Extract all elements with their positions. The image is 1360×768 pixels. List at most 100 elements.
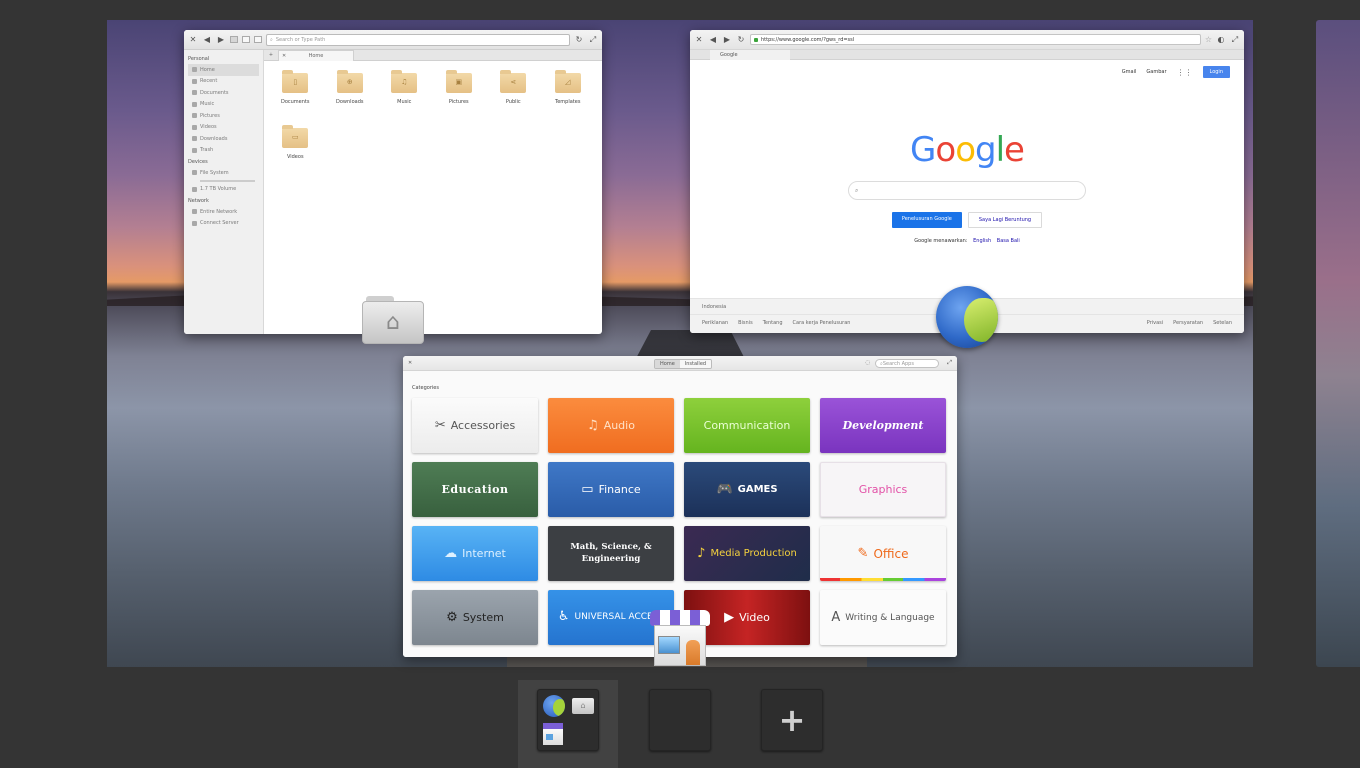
forward-icon[interactable]: ▶: [216, 35, 226, 44]
sidebar-item-home[interactable]: Home: [188, 64, 259, 76]
category-finance[interactable]: ▭ Finance: [548, 462, 674, 517]
tab-home[interactable]: ✕ Home: [278, 49, 354, 61]
file-manager-app-icon[interactable]: ⌂: [362, 296, 424, 344]
sidebar-item-documents[interactable]: Documents: [188, 87, 259, 99]
url-text: https://www.google.com/?gws_rd=ssl: [761, 36, 855, 43]
reload-icon[interactable]: ↻: [574, 35, 584, 44]
web-browser-app-icon[interactable]: [936, 286, 998, 348]
icon-view-icon[interactable]: [230, 36, 238, 43]
sidebar-header-network: Network: [188, 198, 209, 204]
sidebar-item-trash[interactable]: Trash: [188, 145, 259, 157]
video-icon: ▭: [291, 133, 299, 141]
accessibility-icon: ♿: [557, 609, 570, 625]
address-bar[interactable]: https://www.google.com/?gws_rd=ssl: [750, 34, 1201, 45]
tab-google[interactable]: Google: [710, 49, 790, 60]
maximize-icon[interactable]: ⤢: [588, 35, 598, 45]
path-bar[interactable]: ⌕ Search or Type Path: [266, 33, 570, 46]
category-accessories[interactable]: ✂ Accessories: [412, 398, 538, 453]
writing-icon: A: [831, 610, 841, 625]
workspace-thumbnail-1[interactable]: ⌂: [537, 689, 599, 751]
close-tab-icon[interactable]: ✕: [282, 53, 286, 59]
folder-icon: ▣: [445, 70, 472, 93]
category-audio[interactable]: ♫ Audio: [548, 398, 674, 453]
sidebar-item-music[interactable]: Music: [188, 99, 259, 111]
category-communication[interactable]: Communication: [684, 398, 810, 453]
maximize-icon[interactable]: ⤢: [947, 359, 952, 367]
workspace-thumbnail-2[interactable]: [649, 689, 711, 751]
folder-item[interactable]: ▭ Videos: [268, 124, 323, 179]
sidebar-item-videos[interactable]: Videos: [188, 122, 259, 134]
category-games[interactable]: 🎮 GAMES: [684, 462, 810, 517]
images-link[interactable]: Gambar: [1146, 69, 1166, 75]
search-apps-input[interactable]: ⌕ Search Apps: [875, 359, 939, 368]
appcenter-app-icon[interactable]: [650, 610, 710, 668]
close-icon[interactable]: ✕: [408, 360, 412, 366]
back-icon[interactable]: ◀: [202, 35, 212, 44]
category-media-production[interactable]: ♪ Media Production: [684, 526, 810, 581]
folder-item[interactable]: ⊕ Downloads: [323, 69, 378, 124]
video-icon: [192, 124, 197, 130]
category-system[interactable]: ⚙ System: [412, 590, 538, 645]
category-writing-language[interactable]: A Writing & Language: [820, 590, 946, 645]
category-development[interactable]: Development: [820, 398, 946, 453]
document-icon: ▯: [293, 78, 298, 86]
category-graphics[interactable]: Graphics: [820, 462, 946, 517]
close-icon[interactable]: ✕: [188, 35, 198, 44]
sidebar-item-volume[interactable]: 1.7 TB Volume: [188, 184, 259, 196]
language-link-english[interactable]: English: [973, 238, 991, 244]
tab-installed[interactable]: Installed: [679, 360, 712, 368]
reload-icon[interactable]: ↻: [736, 35, 746, 44]
column-view-icon[interactable]: [254, 36, 262, 43]
maximize-icon[interactable]: ⤢: [1230, 35, 1240, 45]
category-education[interactable]: Education: [412, 462, 538, 517]
folder-item[interactable]: ⋖ Public: [486, 69, 541, 124]
new-tab-icon[interactable]: +: [264, 52, 278, 58]
footer-link[interactable]: Setelan: [1213, 320, 1232, 326]
footer-link[interactable]: Tentang: [763, 320, 783, 326]
tab-home[interactable]: Home: [655, 360, 680, 368]
bookmark-star-icon[interactable]: ☆: [1205, 35, 1212, 44]
forward-icon[interactable]: ▶: [722, 35, 732, 44]
folder-item[interactable]: ▯ Documents: [268, 69, 323, 124]
close-icon[interactable]: ✕: [694, 35, 704, 44]
category-math-science-engineering[interactable]: Math, Science, & Engineering: [548, 526, 674, 581]
footer-link[interactable]: Bisnis: [738, 320, 753, 326]
language-link-bali[interactable]: Basa Bali: [997, 238, 1020, 244]
new-workspace-button[interactable]: +: [761, 689, 823, 751]
footer-link[interactable]: Persyaratan: [1173, 320, 1203, 326]
feeling-lucky-button[interactable]: Saya Lagi Beruntung: [967, 212, 1043, 228]
login-button[interactable]: Login: [1202, 66, 1230, 78]
category-internet[interactable]: ☁ Internet: [412, 526, 538, 581]
play-icon: ▶: [724, 610, 735, 625]
category-label: Video: [739, 611, 770, 624]
apps-grid-icon[interactable]: ⋮⋮: [1177, 68, 1193, 77]
google-top-bar: Gmail Gambar ⋮⋮ Login: [1122, 66, 1230, 78]
sidebar-item-entire-network[interactable]: Entire Network: [188, 206, 259, 218]
sidebar-item-connect-server[interactable]: Connect Server: [188, 218, 259, 230]
sidebar-item-file-system[interactable]: File System: [188, 167, 259, 179]
download-icon: [192, 136, 197, 142]
sidebar-item-recent[interactable]: Recent: [188, 76, 259, 88]
footer-link[interactable]: Privasi: [1147, 320, 1163, 326]
google-search-button[interactable]: Penelusuran Google: [891, 212, 962, 228]
file-manager-window[interactable]: ✕ ◀ ▶ ⌕ Search or Type Path ↻ ⤢ Personal…: [184, 30, 602, 334]
list-view-icon[interactable]: [242, 36, 250, 43]
footer-link[interactable]: Cara kerja Penelusuran: [793, 320, 851, 326]
category-office[interactable]: ✎ Office: [820, 526, 946, 581]
sidebar-item-downloads[interactable]: Downloads: [188, 133, 259, 145]
google-search-input[interactable]: ⌕: [848, 181, 1086, 200]
folder-item[interactable]: ◿ Templates: [541, 69, 596, 124]
footer-link[interactable]: Periklanan: [702, 320, 728, 326]
sidebar-item-pictures[interactable]: Pictures: [188, 110, 259, 122]
folder-item[interactable]: ▣ Pictures: [432, 69, 487, 124]
extension-icon[interactable]: ◐: [1216, 35, 1226, 44]
category-label: Internet: [462, 547, 506, 560]
next-workspace-preview[interactable]: [1316, 20, 1360, 667]
folder-icon: ◿: [554, 70, 581, 93]
gmail-link[interactable]: Gmail: [1122, 69, 1137, 75]
previous-workspace[interactable]: [0, 20, 40, 667]
gear-icon: ⚙: [446, 610, 458, 625]
folder-item[interactable]: ♫ Music: [377, 69, 432, 124]
back-icon[interactable]: ◀: [708, 35, 718, 44]
download-icon: ⊕: [346, 78, 353, 86]
